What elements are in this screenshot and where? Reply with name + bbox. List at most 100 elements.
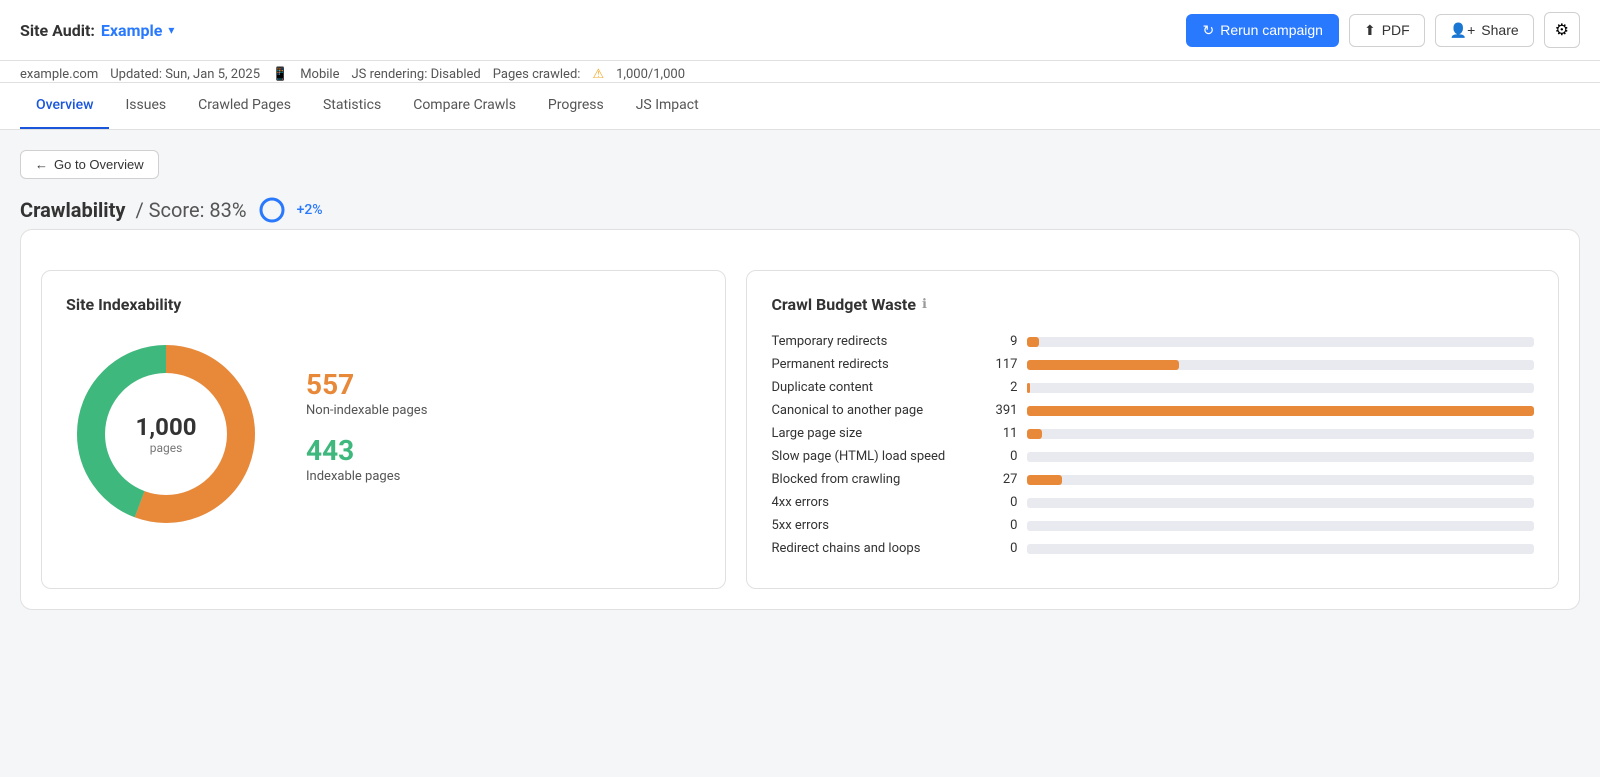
budget-bar-background [1027,452,1534,462]
tab-crawled-pages[interactable]: Crawled Pages [182,83,307,129]
budget-bar-background [1027,498,1534,508]
chevron-down-icon[interactable]: ▾ [168,23,174,37]
score-change-badge: +2% [297,202,323,218]
budget-row: Temporary redirects 9 [771,334,1534,349]
budget-row-count: 117 [981,357,1017,372]
main-content: ← Go to Overview Crawlability / Score: 8… [0,130,1600,630]
tab-statistics[interactable]: Statistics [307,83,397,129]
tab-overview[interactable]: Overview [20,83,109,129]
share-button[interactable]: 👤+ Share [1435,14,1534,47]
tab-compare-crawls[interactable]: Compare Crawls [397,83,532,129]
budget-bar-background [1027,406,1534,416]
crawl-budget-header: Crawl Budget Waste ℹ [771,295,1534,314]
score-label: / Score: 83% [135,198,246,222]
budget-bar-fill [1027,429,1041,439]
budget-row-label: Slow page (HTML) load speed [771,449,971,464]
top-bar: Site Audit: Example ▾ ↻ Rerun campaign ⬆… [0,0,1600,61]
budget-row-label: Redirect chains and loops [771,541,971,556]
page-title: Crawlability / Score: 83% +2% [20,195,1580,225]
settings-button[interactable]: ⚙ [1544,12,1580,48]
site-audit-label: Site Audit: [20,21,95,40]
pages-crawled-label: Pages crawled: [493,67,581,82]
budget-bar-fill [1027,475,1062,485]
indexability-inner: 1,000 pages 557 Non-indexable pages 443 … [66,334,701,534]
header-right: ↻ Rerun campaign ⬆ PDF 👤+ Share ⚙ [1186,12,1580,48]
score-donut-icon [257,195,287,225]
donut-chart: 1,000 pages [66,334,266,534]
js-rendering-label: JS rendering: Disabled [351,67,480,82]
budget-rows: Temporary redirects 9 Permanent redirect… [771,334,1534,556]
budget-row-count: 27 [981,472,1017,487]
rerun-campaign-button[interactable]: ↻ Rerun campaign [1186,14,1338,47]
budget-row-label: 4xx errors [771,495,971,510]
tab-js-impact[interactable]: JS Impact [620,83,715,129]
crawlability-label: Crawlability [20,198,125,222]
budget-bar-background [1027,544,1534,554]
tab-issues[interactable]: Issues [109,83,182,129]
budget-row-label: Blocked from crawling [771,472,971,487]
budget-row-label: Temporary redirects [771,334,971,349]
budget-bar-background [1027,521,1534,531]
donut-center: 1,000 pages [136,413,197,455]
crawl-budget-title: Crawl Budget Waste [771,295,916,314]
arrow-left-icon: ← [35,157,48,172]
total-pages-number: 1,000 [136,413,197,441]
non-indexable-label: Non-indexable pages [306,403,427,418]
gear-icon: ⚙ [1555,22,1569,39]
budget-row-label: Duplicate content [771,380,971,395]
budget-row-label: Permanent redirects [771,357,971,372]
main-card: Site Indexability 1,000 [20,229,1580,610]
tab-progress[interactable]: Progress [532,83,620,129]
crawl-budget-card: Crawl Budget Waste ℹ Temporary redirects… [746,270,1559,589]
budget-row: Slow page (HTML) load speed 0 [771,449,1534,464]
indexability-stats: 557 Non-indexable pages 443 Indexable pa… [306,368,427,500]
budget-row-label: Canonical to another page [771,403,971,418]
site-indexability-card: Site Indexability 1,000 [41,270,726,589]
budget-row: Blocked from crawling 27 [771,472,1534,487]
budget-row-label: Large page size [771,426,971,441]
budget-row-label: 5xx errors [771,518,971,533]
budget-row-count: 2 [981,380,1017,395]
warning-icon: ⚠ [592,67,604,82]
info-icon[interactable]: ℹ [922,297,927,312]
budget-bar-fill [1027,383,1030,393]
budget-bar-fill [1027,360,1179,370]
budget-bar-background [1027,475,1534,485]
budget-bar-background [1027,360,1534,370]
header-left: Site Audit: Example ▾ [20,21,174,40]
device-label: Mobile [300,67,339,82]
budget-bar-fill [1027,337,1039,347]
budget-row: 4xx errors 0 [771,495,1534,510]
budget-row-count: 0 [981,495,1017,510]
pdf-button[interactable]: ⬆ PDF [1349,14,1425,47]
indexable-stat: 443 Indexable pages [306,434,427,484]
budget-row-count: 11 [981,426,1017,441]
total-pages-label: pages [136,441,197,455]
indexable-label: Indexable pages [306,469,427,484]
budget-bar-fill [1027,406,1534,416]
upload-icon: ⬆ [1364,22,1376,39]
budget-row-count: 0 [981,449,1017,464]
budget-row-count: 0 [981,518,1017,533]
nav-tabs: Overview Issues Crawled Pages Statistics… [0,83,1600,130]
budget-row-count: 9 [981,334,1017,349]
site-name-link[interactable]: Example [101,21,162,40]
indexable-number: 443 [306,434,427,467]
budget-bar-background [1027,429,1534,439]
pages-crawled-value: 1,000/1,000 [616,67,685,82]
sub-bar: example.com Updated: Sun, Jan 5, 2025 📱 … [0,61,1600,83]
budget-row: Duplicate content 2 [771,380,1534,395]
budget-bar-background [1027,383,1534,393]
site-indexability-title: Site Indexability [66,295,701,314]
non-indexable-stat: 557 Non-indexable pages [306,368,427,418]
cards-row: Site Indexability 1,000 [41,270,1559,589]
budget-row: 5xx errors 0 [771,518,1534,533]
budget-row-count: 391 [981,403,1017,418]
go-to-overview-button[interactable]: ← Go to Overview [20,150,159,179]
non-indexable-number: 557 [306,368,427,401]
domain-label: example.com [20,67,98,82]
budget-row: Redirect chains and loops 0 [771,541,1534,556]
updated-label: Updated: Sun, Jan 5, 2025 [110,67,260,82]
budget-row: Canonical to another page 391 [771,403,1534,418]
budget-row: Permanent redirects 117 [771,357,1534,372]
